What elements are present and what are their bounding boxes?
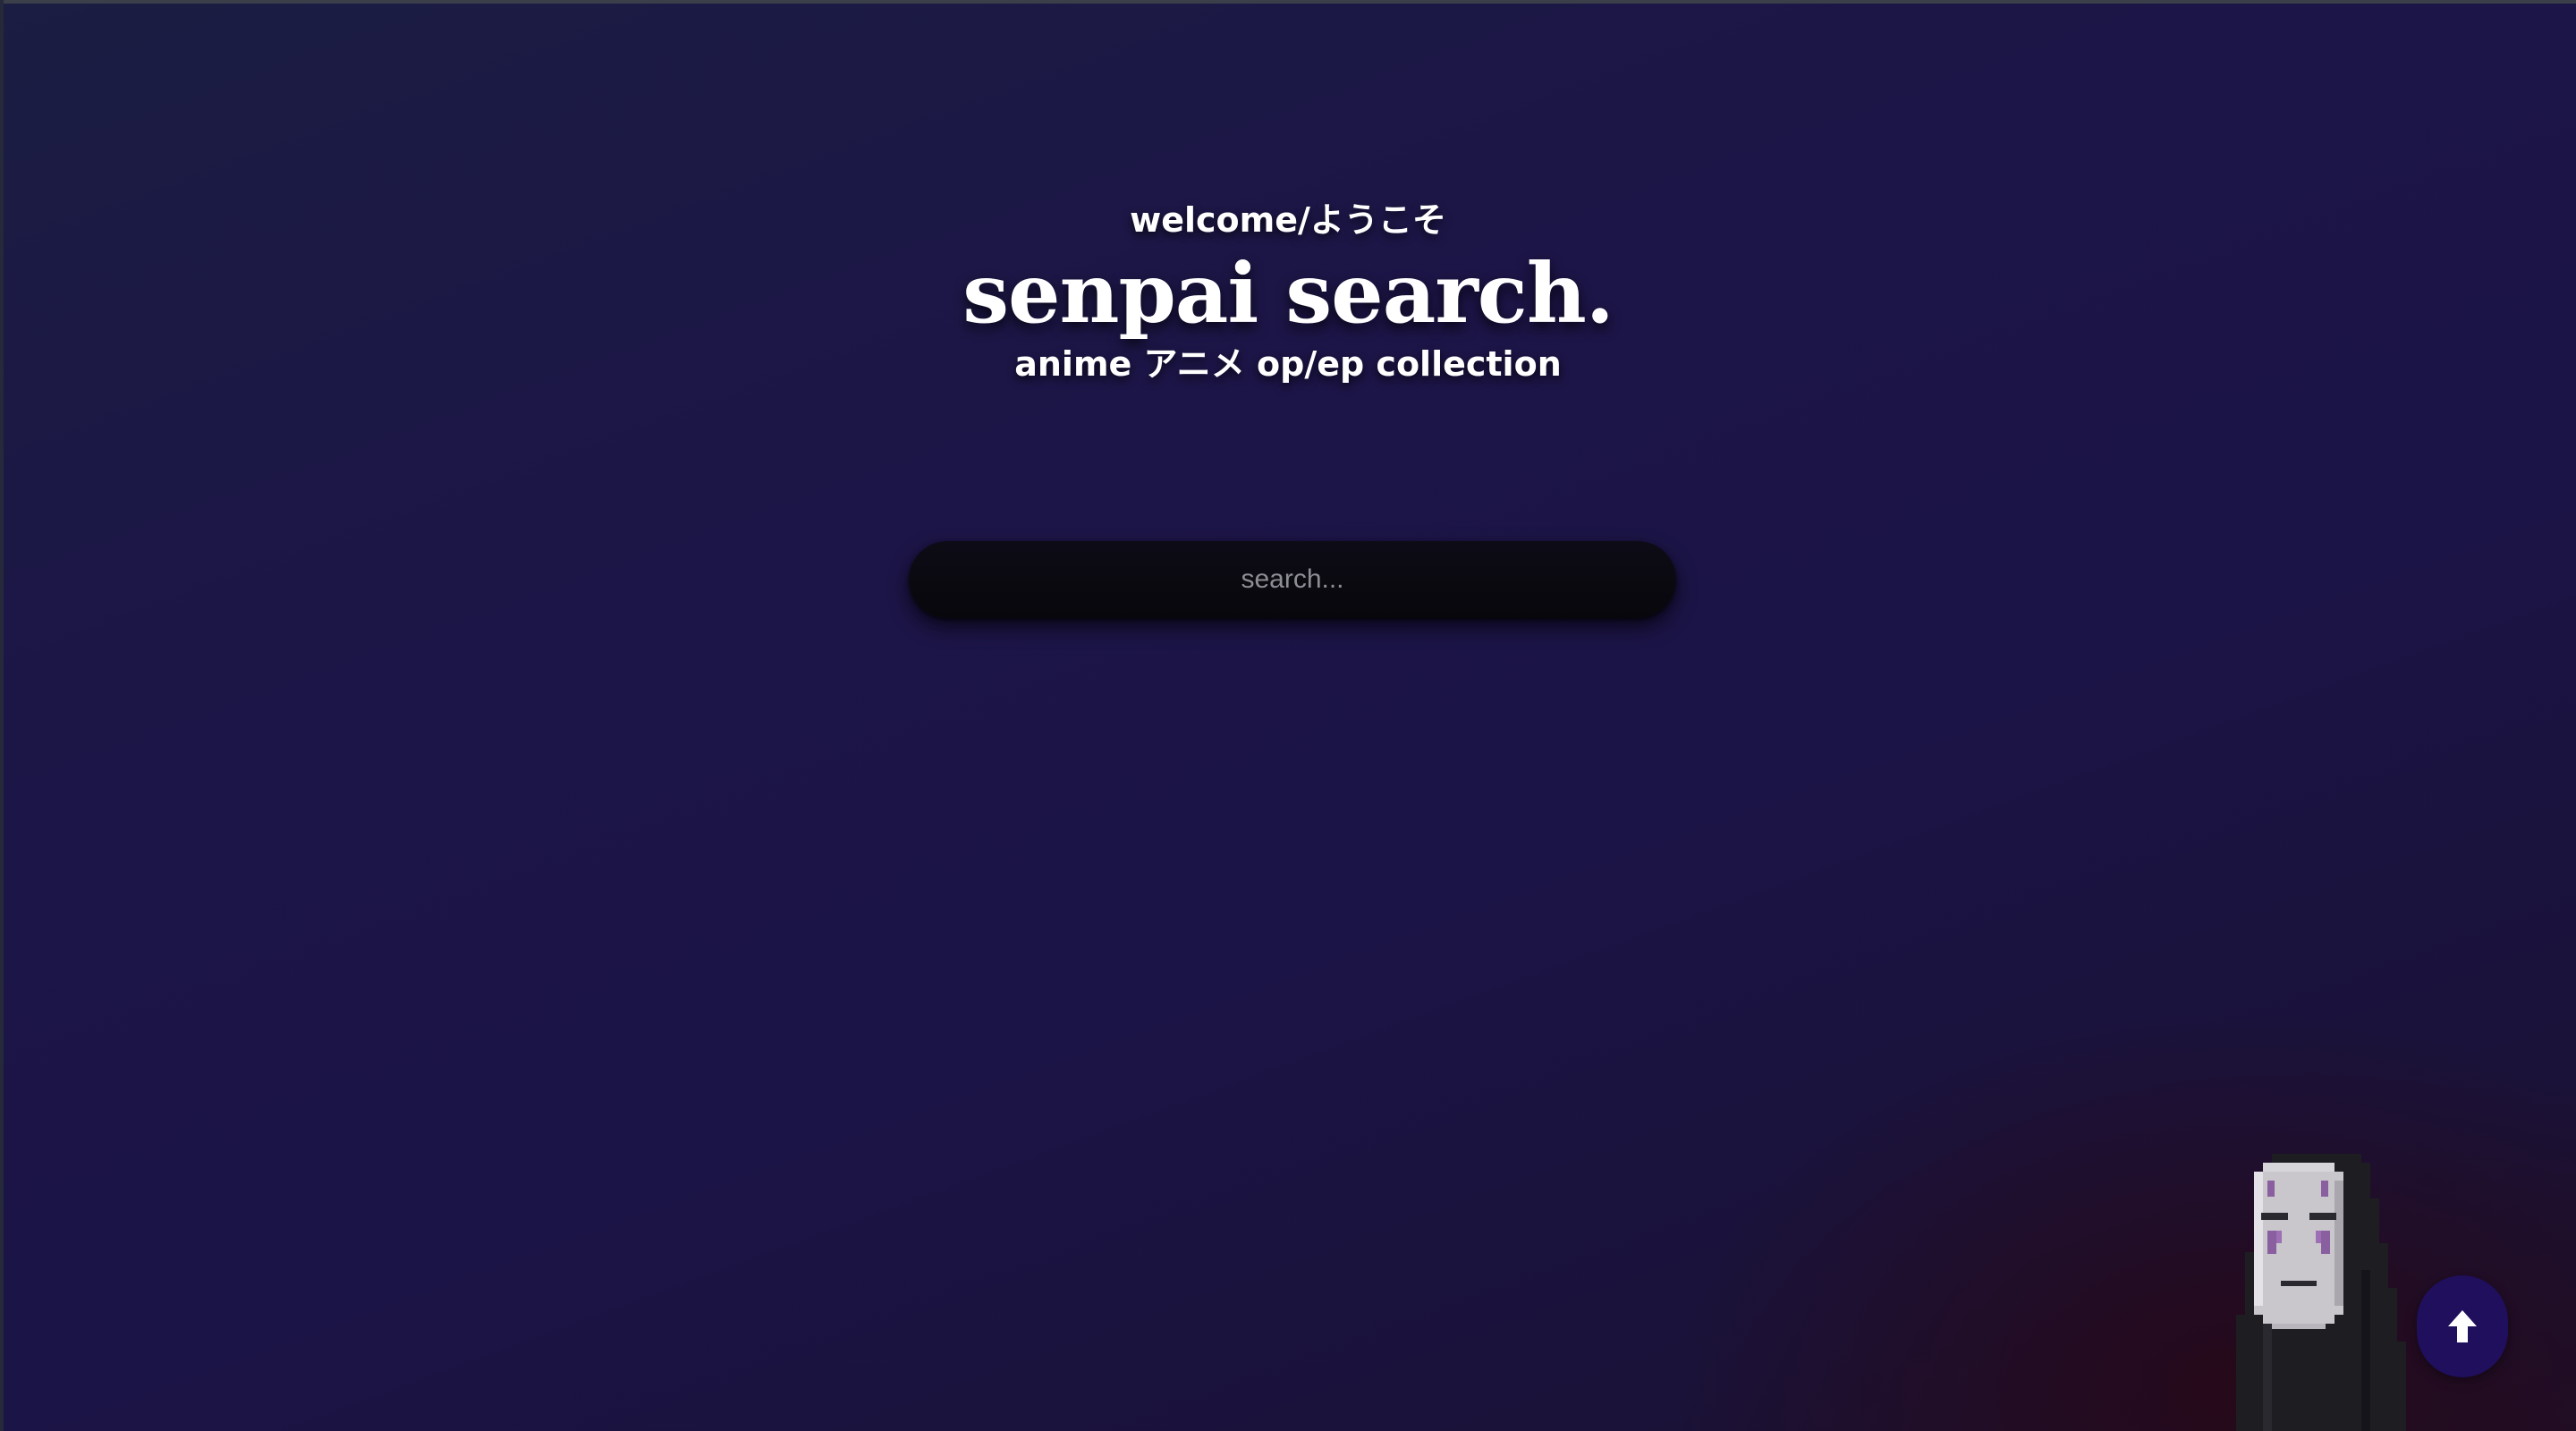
scroll-to-top-button[interactable] (2417, 1275, 2508, 1377)
window-top-edge (0, 0, 2576, 4)
search-bar (909, 541, 1676, 618)
site-title: senpai search. (962, 245, 1614, 342)
site-subtitle: anime アニメ op/ep collection (1014, 344, 1562, 384)
search-input[interactable] (909, 541, 1676, 618)
arrow-up-icon (2448, 1310, 2477, 1342)
hero-header: welcome/ようこそ senpai search. anime アニメ op… (0, 195, 2576, 388)
no-face-pixel-icon (2227, 1145, 2406, 1431)
welcome-text: welcome/ようこそ (1130, 200, 1446, 240)
